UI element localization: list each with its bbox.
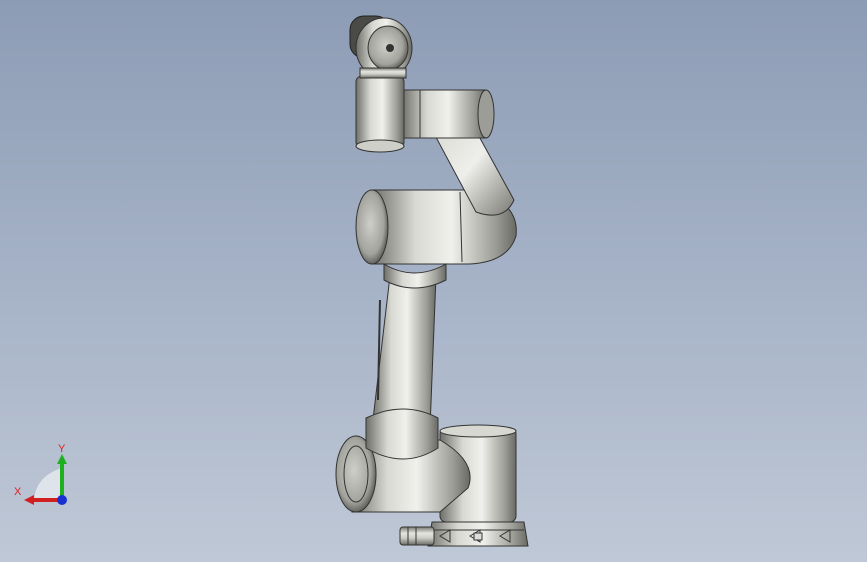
wrist-joint-1[interactable] — [401, 89, 495, 139]
wrist-joint-2[interactable] — [355, 75, 405, 153]
x-axis-label: X — [14, 486, 22, 498]
axis-triad: Y X — [14, 443, 67, 505]
robot-arm-model[interactable]: Y X — [0, 0, 867, 562]
y-axis-label: Y — [58, 443, 66, 455]
wrist-joint-3[interactable] — [349, 15, 413, 79]
graphics-viewport[interactable]: Y X — [0, 0, 867, 562]
lower-arm-link[interactable] — [365, 275, 439, 460]
